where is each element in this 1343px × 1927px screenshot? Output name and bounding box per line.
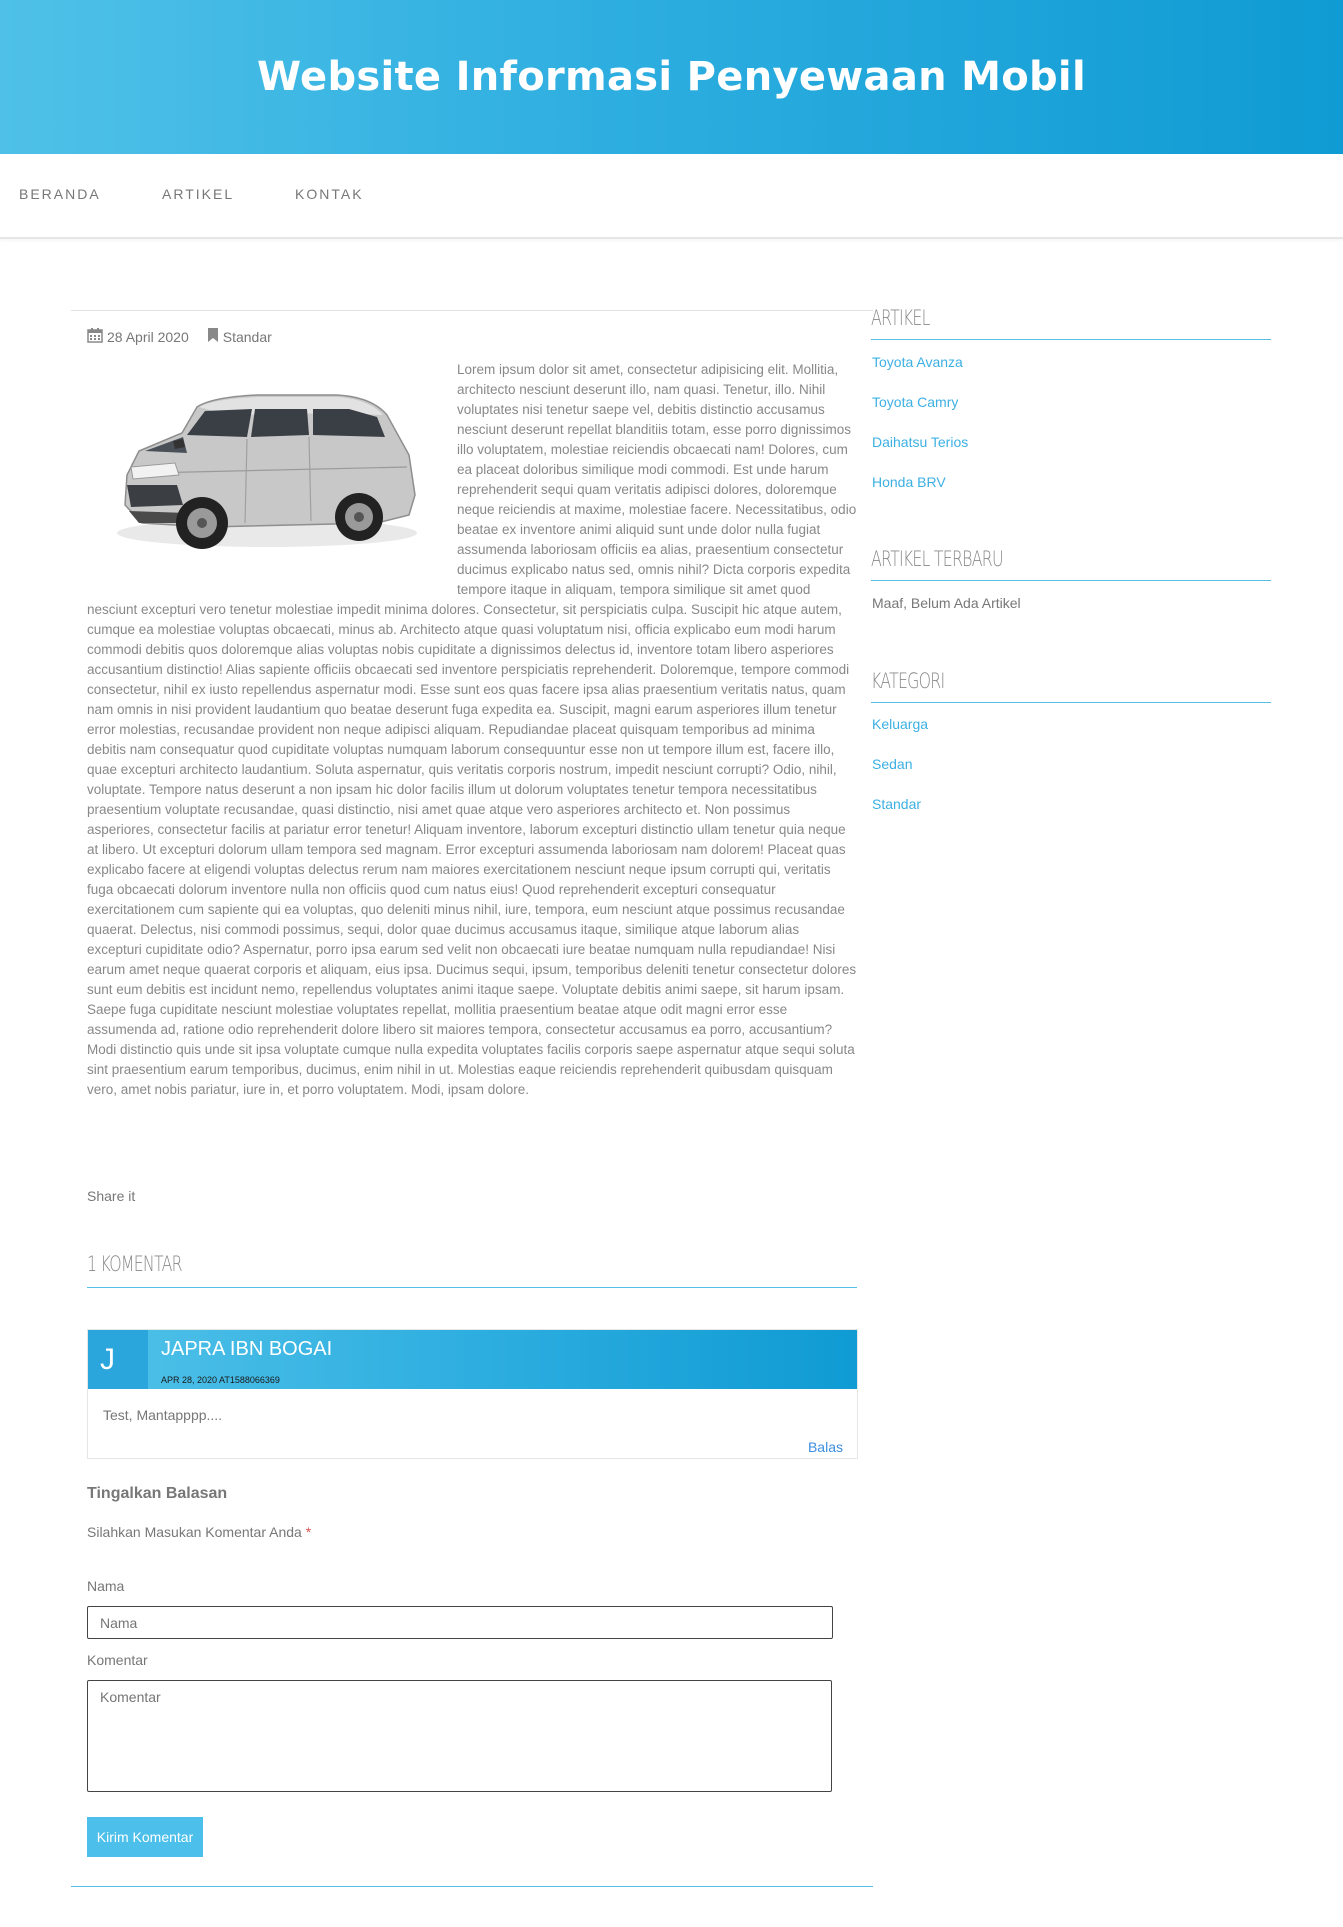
comments-title: 1 KOMENTAR (87, 1252, 183, 1276)
sidebar-recent-empty: Maaf, Belum Ada Artikel (872, 595, 1021, 611)
comment-date: APR 28, 2020 AT1588066369 (161, 1375, 280, 1385)
nav-item-beranda[interactable]: BERANDA (19, 186, 101, 202)
sidebar-category-standar[interactable]: Standar (872, 796, 921, 812)
comment-text: Test, Mantapppp.... (103, 1407, 223, 1423)
submit-comment-button[interactable]: Kirim Komentar (87, 1817, 203, 1857)
comment-textarea[interactable] (87, 1680, 832, 1792)
nav-item-artikel[interactable]: ARTIKEL (162, 186, 234, 202)
comment-card: J JAPRA IBN BOGAI APR 28, 2020 AT1588066… (87, 1329, 858, 1459)
comment-author: JAPRA IBN BOGAI (161, 1338, 333, 1360)
post-meta: 28 April 2020 Standar (87, 327, 272, 346)
sidebar-recent-divider (871, 580, 1271, 581)
sidebar-categories-divider (871, 702, 1271, 703)
site-header: Website Informasi Penyewaan Mobil (0, 0, 1343, 154)
reply-link[interactable]: Balas (808, 1439, 843, 1455)
site-title: Website Informasi Penyewaan Mobil (257, 54, 1086, 100)
sidebar-article-daihatsu-terios[interactable]: Daihatsu Terios (872, 434, 968, 450)
calendar-icon (87, 327, 103, 346)
bookmark-icon (207, 327, 219, 346)
avatar: J (88, 1330, 148, 1389)
sidebar-article-toyota-camry[interactable]: Toyota Camry (872, 394, 958, 410)
sidebar-articles-title: ARTIKEL (871, 306, 930, 330)
sidebar-category-sedan[interactable]: Sedan (872, 756, 912, 772)
name-label: Nama (87, 1578, 125, 1594)
sidebar-recent-title: ARTIKEL TERBARU (871, 547, 1003, 571)
required-mark: * (305, 1524, 312, 1540)
reply-form-title: Tingalkan Balasan (87, 1485, 228, 1502)
comments-divider (87, 1287, 857, 1288)
post-category-link[interactable]: Standar (223, 329, 272, 345)
reply-form-note: Silahkan Masukan Komentar Anda * (87, 1524, 312, 1540)
nav-item-kontak[interactable]: KONTAK (295, 186, 364, 202)
post-date: 28 April 2020 (107, 328, 189, 345)
sidebar-articles-divider (871, 339, 1271, 340)
name-input[interactable] (87, 1606, 833, 1639)
comment-label: Komentar (87, 1652, 148, 1668)
content-bottom-divider (71, 1886, 873, 1887)
post-body: Lorem ipsum dolor sit amet, consectetur … (87, 362, 857, 1097)
sidebar-categories-title: KATEGORI (871, 669, 945, 693)
comment-header: J JAPRA IBN BOGAI APR 28, 2020 AT1588066… (88, 1330, 857, 1389)
content-top-divider (71, 310, 873, 311)
main-nav: BERANDA ARTIKEL KONTAK (0, 154, 1343, 239)
sidebar-article-honda-brv[interactable]: Honda BRV (872, 474, 946, 490)
sidebar-category-keluarga[interactable]: Keluarga (872, 716, 928, 732)
sidebar-article-toyota-avanza[interactable]: Toyota Avanza (872, 354, 963, 370)
share-label: Share it (87, 1188, 136, 1204)
